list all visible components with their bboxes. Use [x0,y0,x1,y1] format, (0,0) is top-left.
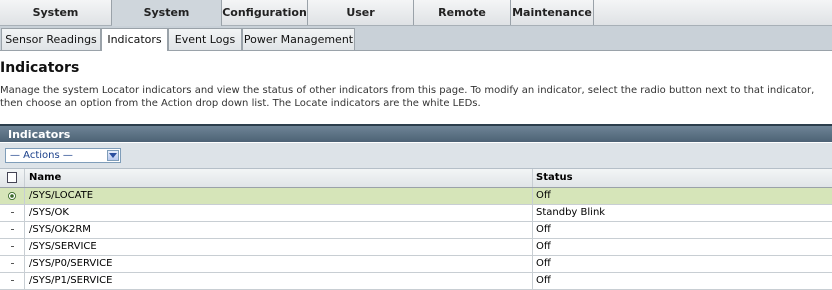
table-row[interactable]: /SYS/OK Standby Blink [0,205,832,222]
table-row[interactable]: /SYS/P1/SERVICE Off [0,273,832,290]
row-name: /SYS/SERVICE [26,239,533,255]
table-row[interactable]: /SYS/SERVICE Off [0,239,832,256]
row-name: /SYS/OK [26,205,533,221]
page-title: Indicators [0,60,80,76]
sub-tab-bar: Sensor Readings Indicators Event Logs Po… [0,26,832,51]
actions-toolbar: — Actions — [0,143,832,169]
tab-user-management[interactable]: User Management [308,0,414,44]
row-select-cell [0,188,25,204]
row-status: Off [536,224,551,235]
table-row[interactable]: /SYS/P0/SERVICE Off [0,256,832,273]
table-row[interactable]: /SYS/LOCATE Off [0,188,832,205]
row-status: Off [536,190,551,201]
row-status: Standby Blink [536,207,606,218]
column-header-status[interactable]: Status [532,169,573,187]
subtab-indicators[interactable]: Indicators [101,28,168,51]
subtab-power-management[interactable]: Power Management [242,28,355,50]
table-header-row: Name Status [0,169,832,188]
select-all-icon [7,172,17,183]
radio-icon[interactable] [11,229,14,230]
tab-remote-control[interactable]: Remote Control [414,0,511,44]
chevron-down-icon [107,150,119,161]
tab-system-monitoring[interactable]: System Monitoring [112,0,222,44]
tab-system-information[interactable]: System Information [0,0,112,44]
radio-selected-icon[interactable] [8,192,16,200]
tab-configuration[interactable]: Configuration [222,0,308,25]
radio-icon[interactable] [11,246,14,247]
radio-icon[interactable] [11,280,14,281]
select-column-header[interactable] [0,169,25,187]
radio-icon[interactable] [11,212,14,213]
row-name: /SYS/P0/SERVICE [26,256,533,272]
row-status: Off [536,258,551,269]
indicators-table: Name Status /SYS/LOCATE Off /SYS/OK Stan… [0,169,832,290]
section-header: Indicators [0,124,832,142]
subtab-event-logs[interactable]: Event Logs [168,28,242,50]
row-name: /SYS/LOCATE [26,188,533,204]
page-description: Manage the system Locator indicators and… [0,85,815,109]
row-select-cell [0,256,25,272]
tab-maintenance[interactable]: Maintenance [511,0,594,25]
top-tab-bar: System Information System Monitoring Con… [0,0,832,44]
row-select-cell [0,273,25,289]
column-header-name[interactable]: Name [26,169,533,187]
row-select-cell [0,239,25,255]
actions-dropdown[interactable]: — Actions — [5,148,121,163]
radio-icon[interactable] [11,263,14,264]
subtab-sensor-readings[interactable]: Sensor Readings [1,28,101,50]
row-name: /SYS/P1/SERVICE [26,273,533,289]
table-row[interactable]: /SYS/OK2RM Off [0,222,832,239]
row-select-cell [0,222,25,238]
row-name: /SYS/OK2RM [26,222,533,238]
row-select-cell [0,205,25,221]
actions-dropdown-value: — Actions — [10,150,73,161]
row-status: Off [536,241,551,252]
row-status: Off [536,275,551,286]
